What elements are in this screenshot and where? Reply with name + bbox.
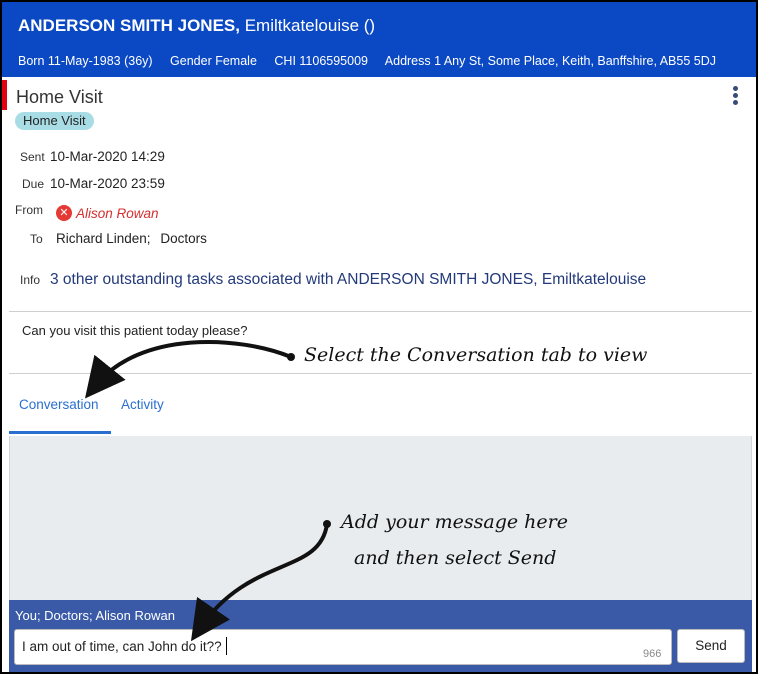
conversation-recipients: You; Doctors; Alison Rowan xyxy=(15,608,175,623)
text-caret xyxy=(226,637,227,655)
patient-surname: ANDERSON SMITH JONES, xyxy=(18,16,240,35)
character-counter: 966 xyxy=(643,648,662,660)
to-value: Richard Linden; Doctors xyxy=(56,231,207,246)
patient-banner: ANDERSON SMITH JONES, Emiltkatelouise ()… xyxy=(2,2,756,77)
priority-indicator xyxy=(2,80,7,110)
sent-label: Sent xyxy=(20,150,45,164)
from-value[interactable]: Alison Rowan xyxy=(76,206,159,221)
patient-address: Address 1 Any St, Some Place, Keith, Ban… xyxy=(384,54,716,68)
annotation-send-hint-line1: Add your message here xyxy=(341,511,568,533)
patient-demographics: Born 11-May-1983 (36y) Gender Female CHI… xyxy=(18,54,730,68)
annotation-tab-hint: Select the Conversation tab to view xyxy=(304,344,648,366)
sent-value: 10-Mar-2020 14:29 xyxy=(50,149,165,164)
divider xyxy=(9,373,752,374)
task-type-tag: Home Visit xyxy=(15,112,94,130)
patient-gender: Gender Female xyxy=(170,54,257,68)
tab-activity[interactable]: Activity xyxy=(121,397,164,412)
divider xyxy=(9,311,752,312)
to-recipient-1: Richard Linden; xyxy=(56,231,151,246)
info-label: Info xyxy=(20,273,41,287)
kebab-menu-icon[interactable] xyxy=(728,86,742,108)
tab-conversation[interactable]: Conversation xyxy=(19,397,99,412)
from-label: From xyxy=(15,203,43,217)
to-label: To xyxy=(30,232,43,246)
outstanding-tasks-link[interactable]: 3 other outstanding tasks associated wit… xyxy=(50,271,646,289)
patient-born: Born 11-May-1983 (36y) xyxy=(18,54,153,68)
task-message: Can you visit this patient today please? xyxy=(22,323,248,338)
message-input-value: I am out of time, can John do it?? xyxy=(22,639,222,654)
active-tab-indicator xyxy=(9,431,111,434)
error-x-icon: ✕ xyxy=(56,205,72,221)
patient-chi: CHI 1106595009 xyxy=(274,54,368,68)
patient-forename: Emiltkatelouise () xyxy=(244,16,376,35)
task-title: Home Visit xyxy=(16,87,103,107)
due-label: Due xyxy=(22,177,45,191)
to-recipient-2: Doctors xyxy=(160,231,207,246)
send-button[interactable]: Send xyxy=(677,629,745,663)
annotation-send-hint-line2: and then select Send xyxy=(354,547,557,569)
due-value: 10-Mar-2020 23:59 xyxy=(50,176,165,191)
patient-name: ANDERSON SMITH JONES, Emiltkatelouise () xyxy=(18,16,375,36)
